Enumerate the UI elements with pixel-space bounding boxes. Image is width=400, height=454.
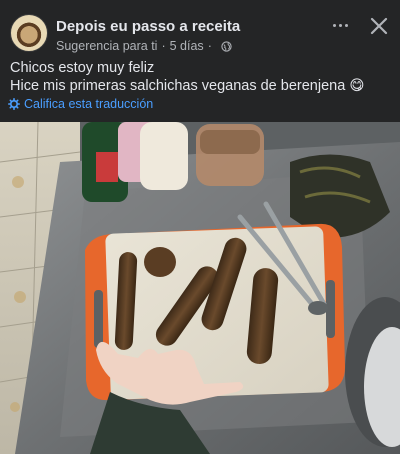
more-options-button[interactable] bbox=[327, 14, 353, 36]
globe-icon bbox=[221, 40, 232, 52]
gear-icon bbox=[8, 98, 20, 110]
meta-separator: · bbox=[161, 39, 166, 53]
post-text-line-2-text: Hice mis primeras salchichas veganas de … bbox=[10, 78, 346, 94]
post-photo[interactable] bbox=[0, 122, 400, 454]
post-text-line-2: Hice mis primeras salchichas veganas de … bbox=[10, 77, 395, 95]
more-icon bbox=[332, 23, 336, 27]
page-avatar[interactable] bbox=[10, 14, 48, 52]
rate-translation-link[interactable]: Califica esta traducción bbox=[24, 97, 153, 111]
post-text-line-1: Chicos estoy muy feliz bbox=[10, 60, 155, 76]
suggestion-label: Sugerencia para ti bbox=[56, 39, 158, 53]
close-icon[interactable] bbox=[366, 14, 392, 40]
meta-separator: · bbox=[207, 39, 212, 53]
post-header: Depois eu passo a receita Sugerencia par… bbox=[0, 0, 400, 56]
post-text: Chicos estoy muy feliz Hice mis primeras… bbox=[10, 59, 395, 95]
post-meta: Sugerencia para ti · 5 días · bbox=[56, 39, 232, 53]
photo-image bbox=[0, 122, 400, 454]
author-name[interactable]: Depois eu passo a receita bbox=[56, 18, 240, 35]
emoji-yum: 😋 bbox=[349, 78, 365, 94]
post-time[interactable]: 5 días bbox=[170, 39, 204, 53]
